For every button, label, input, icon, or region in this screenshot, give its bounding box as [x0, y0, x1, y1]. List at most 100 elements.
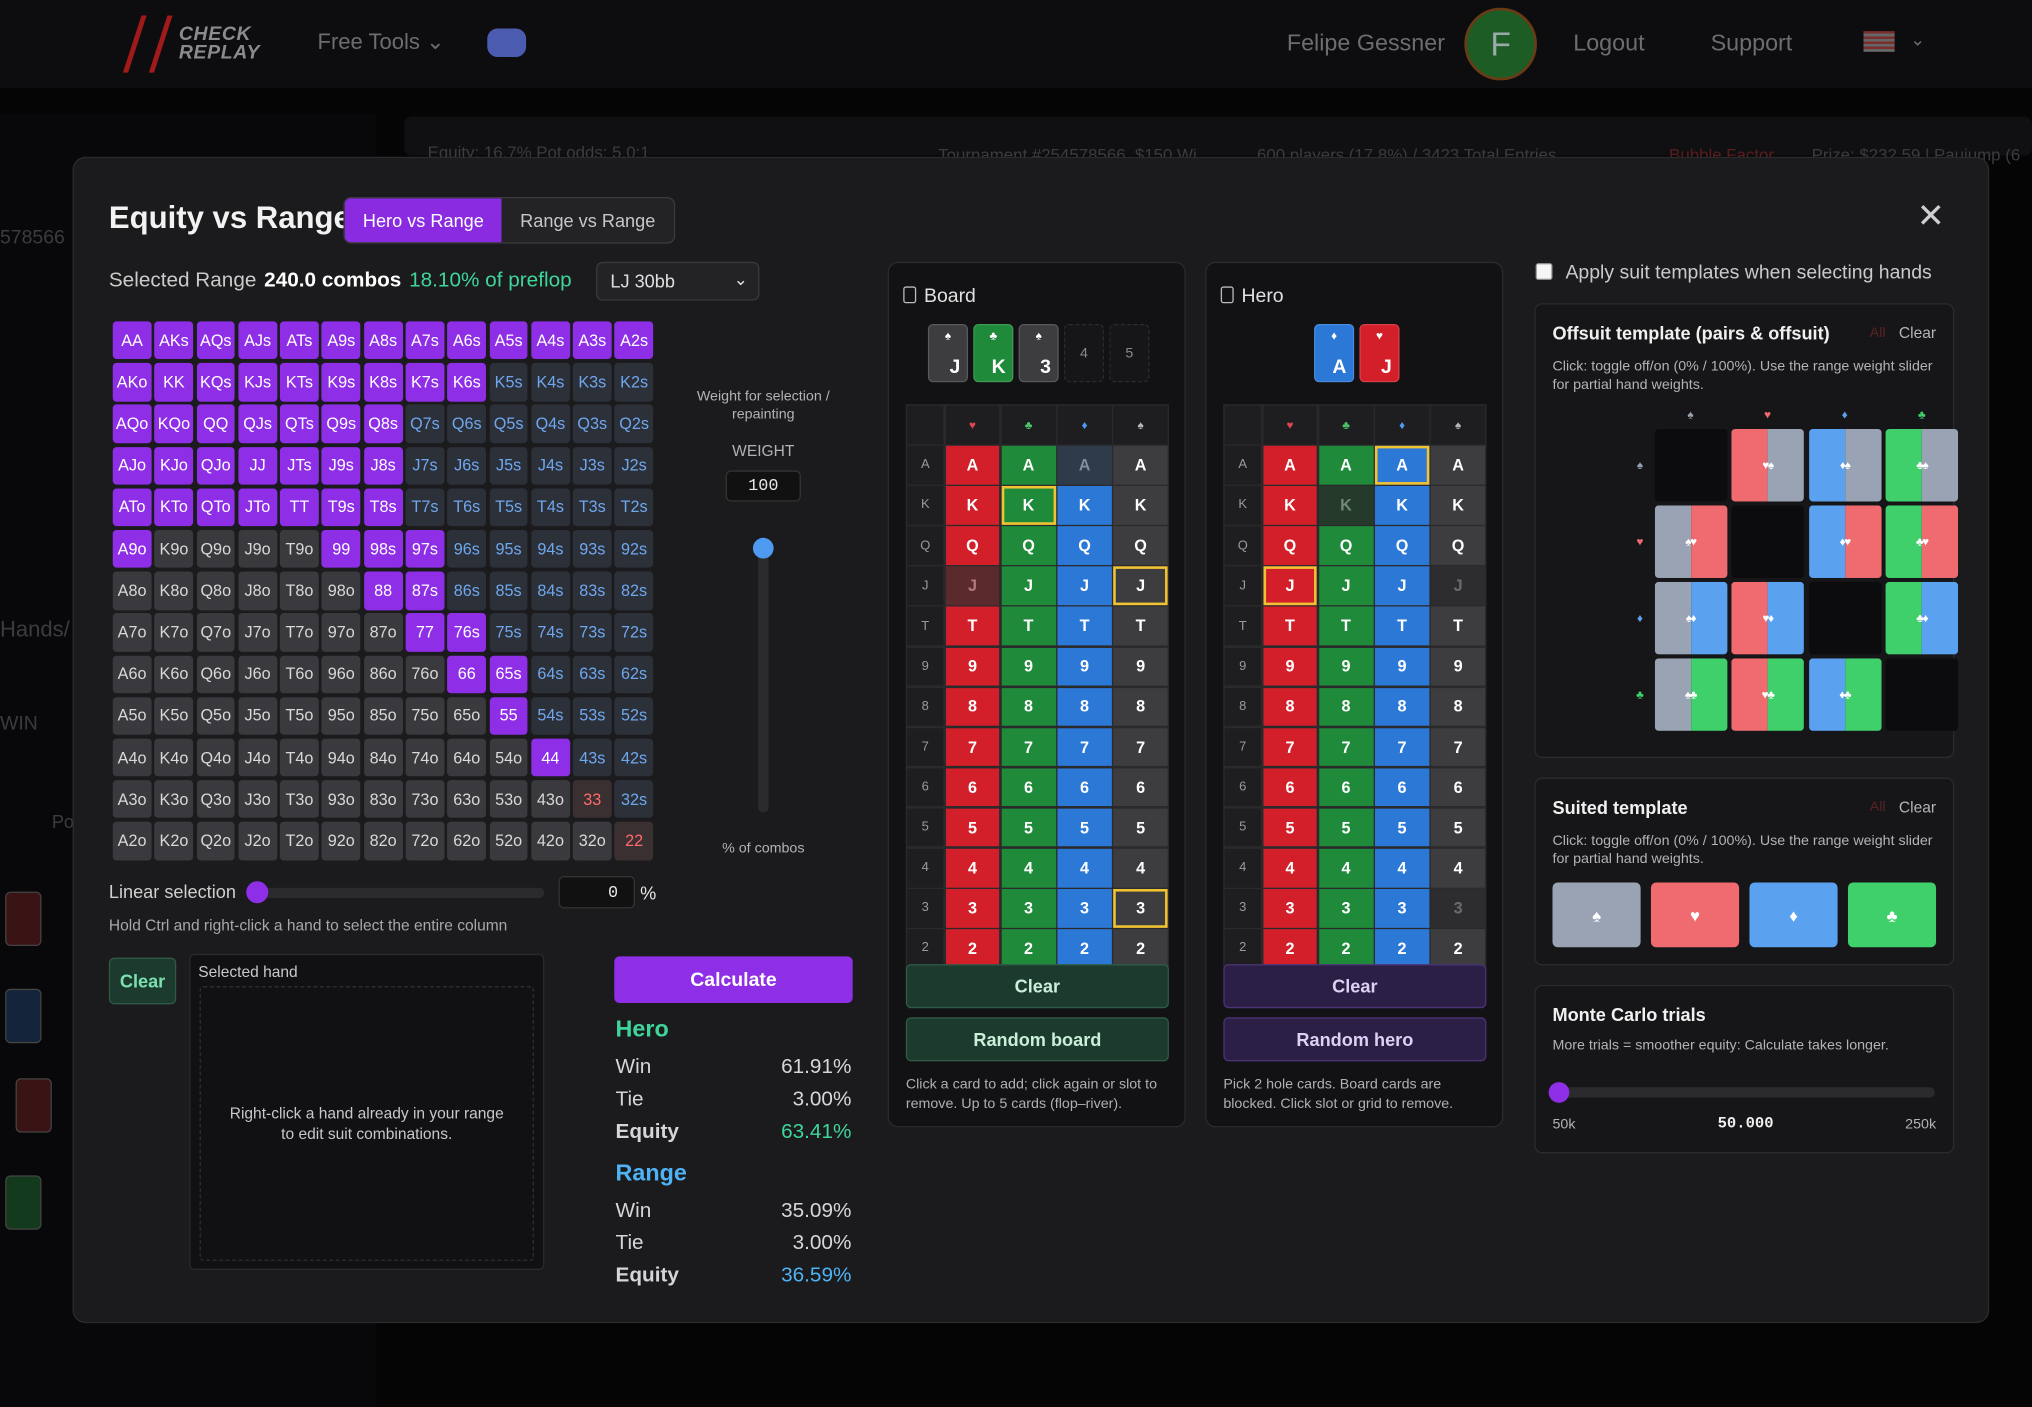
- hand-cell[interactable]: Q3o: [196, 780, 236, 819]
- hand-cell[interactable]: 64s: [531, 655, 570, 694]
- card-cell[interactable]: T: [1319, 607, 1374, 646]
- hand-cell[interactable]: 43s: [572, 738, 612, 777]
- hand-cell[interactable]: K8s: [363, 363, 403, 402]
- hand-cell[interactable]: K5s: [489, 363, 528, 402]
- hand-cell[interactable]: 97s: [405, 529, 445, 569]
- hand-cell[interactable]: 53o: [489, 780, 528, 819]
- offsuit-template-cell[interactable]: ♠♦: [1654, 581, 1727, 655]
- card-cell[interactable]: 6: [1431, 768, 1486, 807]
- apply-templates-checkbox[interactable]: [1535, 263, 1553, 280]
- hand-cell[interactable]: K3o: [154, 780, 194, 819]
- suited-template-button[interactable]: ♣: [1847, 882, 1937, 948]
- close-icon[interactable]: ✕: [1915, 198, 1946, 232]
- card-cell[interactable]: 6: [1319, 768, 1374, 807]
- hand-cell[interactable]: A4o: [112, 738, 152, 777]
- card-cell[interactable]: T: [1262, 607, 1317, 646]
- card-cell[interactable]: 4: [1262, 848, 1317, 888]
- card-cell[interactable]: 7: [1431, 727, 1486, 767]
- hand-cell[interactable]: Q6s: [447, 404, 487, 443]
- hand-cell[interactable]: T3o: [280, 780, 319, 819]
- card-cell[interactable]: 7: [1262, 727, 1317, 767]
- card-cell[interactable]: 2: [1431, 929, 1486, 968]
- hand-cell[interactable]: 92o: [321, 821, 361, 861]
- card-cell[interactable]: 7: [1113, 727, 1168, 767]
- offsuit-template-cell[interactable]: ♥♠: [1731, 428, 1804, 502]
- card-cell[interactable]: K: [1057, 486, 1112, 525]
- hand-cell[interactable]: 82s: [614, 571, 654, 610]
- offsuit-template-cell[interactable]: ♠♣: [1654, 658, 1727, 731]
- hero-card-slot[interactable]: ♥ J: [1359, 323, 1400, 383]
- hand-cell[interactable]: 33: [572, 780, 612, 819]
- hand-cell[interactable]: 94s: [531, 529, 570, 569]
- hand-cell[interactable]: 42o: [531, 821, 570, 861]
- logo[interactable]: CHECK REPLAY: [122, 13, 292, 75]
- board-card-slot[interactable]: ♠ 3: [1018, 323, 1059, 383]
- hand-cell[interactable]: 53s: [572, 696, 612, 735]
- hand-cell[interactable]: 96o: [321, 655, 361, 694]
- hand-cell[interactable]: 86s: [447, 571, 487, 610]
- hand-cell[interactable]: K8o: [154, 571, 194, 610]
- hand-cell[interactable]: KQo: [154, 404, 194, 443]
- hand-cell[interactable]: 87o: [363, 613, 403, 652]
- hero-card-slot[interactable]: ♦ A: [1314, 323, 1355, 383]
- clear-hero-button[interactable]: Clear: [1223, 964, 1487, 1009]
- hand-cell[interactable]: 44: [531, 738, 570, 777]
- hand-cell[interactable]: K9s: [321, 363, 361, 402]
- card-cell[interactable]: 5: [945, 808, 1000, 847]
- offsuit-all-link[interactable]: All: [1870, 325, 1886, 341]
- hand-cell[interactable]: A2o: [112, 821, 152, 861]
- card-cell[interactable]: A: [1057, 445, 1112, 485]
- card-cell[interactable]: K: [1375, 486, 1430, 525]
- hand-cell[interactable]: QQ: [196, 404, 236, 443]
- suited-clear-link[interactable]: Clear: [1899, 798, 1936, 816]
- card-cell[interactable]: Q: [1057, 526, 1112, 565]
- hand-cell[interactable]: 62o: [447, 821, 487, 861]
- suited-template-button[interactable]: ♠: [1552, 882, 1641, 948]
- hand-cell[interactable]: 97o: [321, 613, 361, 652]
- card-cell[interactable]: T: [1431, 607, 1486, 646]
- hand-cell[interactable]: Q2o: [196, 821, 236, 861]
- card-cell[interactable]: Q: [1113, 526, 1168, 565]
- hand-cell[interactable]: KJo: [154, 446, 194, 485]
- card-cell[interactable]: 5: [1431, 808, 1486, 847]
- hand-cell[interactable]: 32s: [614, 780, 654, 819]
- hand-cell[interactable]: T6o: [280, 655, 319, 694]
- offsuit-template-cell[interactable]: ♦♣: [1808, 658, 1881, 731]
- hand-cell[interactable]: 96s: [447, 529, 487, 569]
- hand-cell[interactable]: 65o: [447, 696, 487, 735]
- monte-carlo-slider-thumb[interactable]: [1548, 1082, 1570, 1103]
- hand-cell[interactable]: 85s: [489, 571, 528, 610]
- hand-cell[interactable]: KJs: [238, 363, 277, 402]
- clear-board-button[interactable]: Clear: [905, 964, 1169, 1009]
- hand-cell[interactable]: T4o: [280, 738, 319, 777]
- offsuit-template-cell[interactable]: ♦♥: [1808, 505, 1881, 578]
- apply-templates-option[interactable]: Apply suit templates when selecting hand…: [1535, 262, 1932, 284]
- hand-cell[interactable]: 73s: [572, 613, 612, 652]
- card-cell[interactable]: K: [1001, 486, 1056, 525]
- hand-cell[interactable]: J6o: [238, 655, 277, 694]
- hand-cell[interactable]: A3s: [572, 321, 612, 360]
- hand-cell[interactable]: A9s: [321, 321, 361, 360]
- card-cell[interactable]: 5: [1375, 808, 1430, 847]
- weight-input[interactable]: 100: [725, 470, 801, 502]
- card-cell[interactable]: K: [1113, 486, 1168, 525]
- card-cell[interactable]: 4: [1113, 848, 1168, 888]
- hand-cell[interactable]: 42s: [614, 738, 654, 777]
- hand-cell[interactable]: Q4s: [531, 404, 570, 443]
- card-cell[interactable]: J: [1262, 566, 1317, 606]
- card-cell[interactable]: 6: [945, 768, 1000, 807]
- hand-cell[interactable]: AKo: [112, 363, 152, 402]
- card-cell[interactable]: 5: [1057, 808, 1112, 847]
- card-cell[interactable]: A: [1262, 445, 1317, 485]
- offsuit-template-cell[interactable]: ♣♥: [1885, 505, 1959, 578]
- hand-cell[interactable]: A7o: [112, 613, 152, 652]
- card-cell[interactable]: 9: [1113, 647, 1168, 686]
- hand-cell[interactable]: Q9s: [321, 404, 361, 443]
- card-cell[interactable]: 3: [1057, 889, 1112, 928]
- discord-icon[interactable]: [487, 28, 527, 58]
- hand-cell[interactable]: 74s: [531, 613, 570, 652]
- hand-cell[interactable]: Q7o: [196, 613, 236, 652]
- hand-cell[interactable]: J5s: [489, 446, 528, 485]
- random-hero-button[interactable]: Random hero: [1223, 1017, 1487, 1062]
- hand-cell[interactable]: K6o: [154, 655, 194, 694]
